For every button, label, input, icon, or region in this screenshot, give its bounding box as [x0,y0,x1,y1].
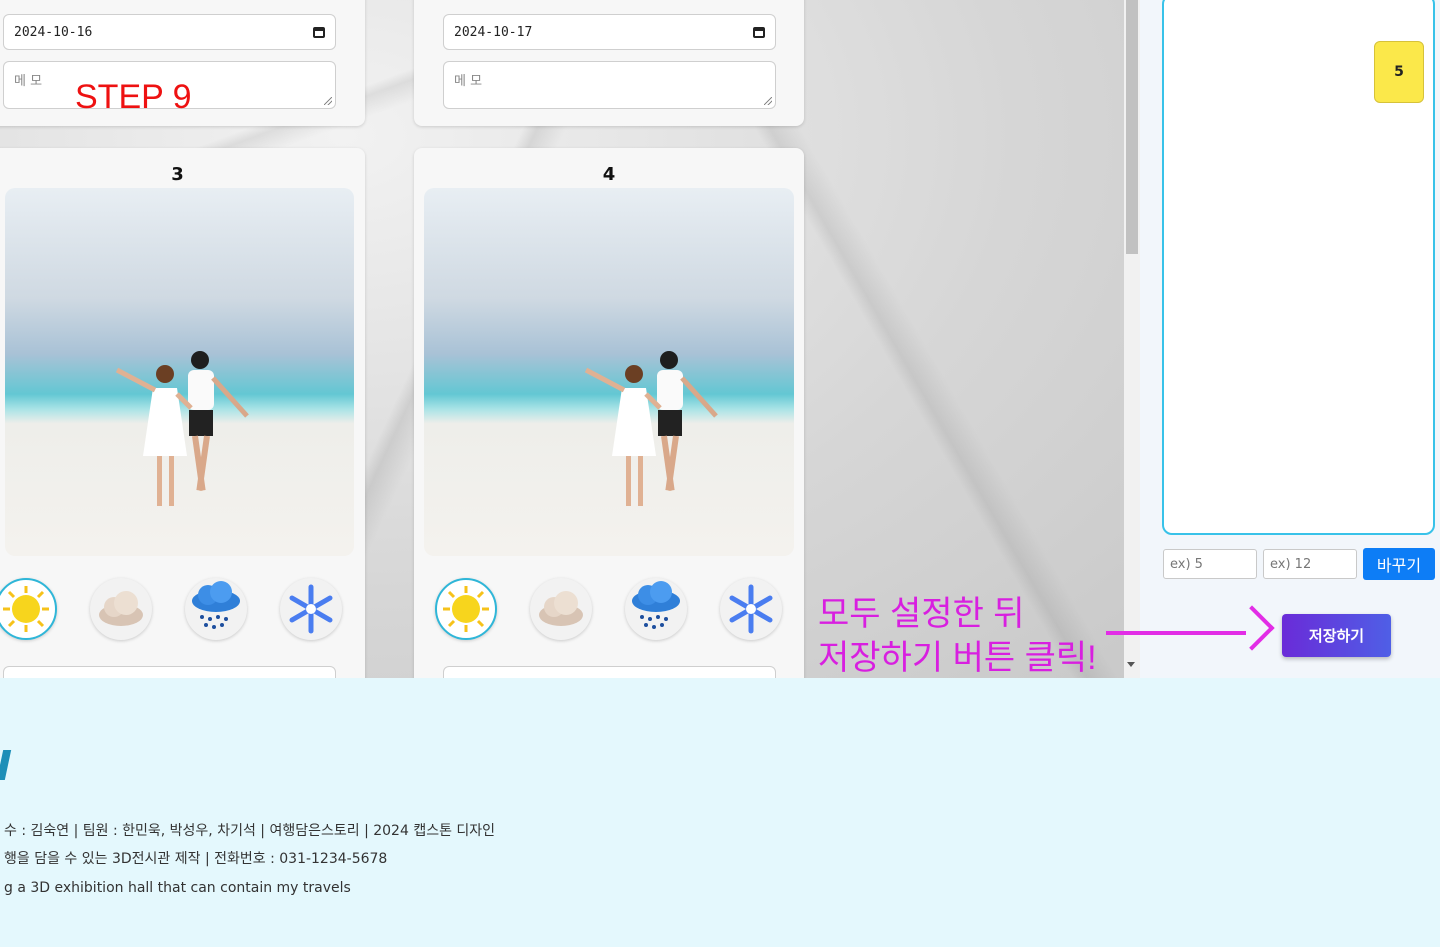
scroll-down-arrow-icon[interactable] [1127,662,1135,667]
rain-icon[interactable] [625,578,687,640]
instruction-line-2: 저장하기 버튼 클릭! [818,639,1097,677]
cloud-icon[interactable] [530,578,592,640]
memo-placeholder: 메 모 [454,74,483,89]
diary-card-2: 2024-10-17 메 모 [414,0,804,126]
memo-placeholder: 메 모 [14,74,43,89]
date-input[interactable]: 2024-10-17 [443,14,776,50]
cloud-icon[interactable] [90,578,152,640]
snow-icon[interactable] [280,578,342,640]
main-area: 2024-10-16 메 모 2024-10-17 메 모 STEP 9 3 4… [0,0,1440,678]
travel-photo[interactable] [424,188,794,556]
date-input[interactable] [443,666,776,678]
resize-handle[interactable] [764,97,772,105]
save-button[interactable]: 저장하기 [1282,614,1391,657]
sun-icon[interactable] [435,578,497,640]
step-label: STEP 9 [75,78,192,116]
sun-icon[interactable] [0,578,57,640]
instruction-line-1: 모두 설정한 뒤 [818,595,1025,633]
change-button[interactable]: 바꾸기 [1363,548,1435,580]
row-input[interactable]: ex) 5 [1163,549,1257,579]
date-value: 2024-10-17 [454,24,533,40]
card-number: 4 [602,164,616,185]
card-number: 3 [171,164,184,185]
couple-photo-illustration [115,351,249,506]
calendar-icon[interactable] [753,26,765,38]
resize-handle[interactable] [324,97,332,105]
arrow-annotation [1106,631,1246,635]
memo-textarea[interactable]: 메 모 [443,61,776,109]
instruction-text: 모두 설정한 뒤 저장하기 버튼 클릭! [818,592,1097,678]
column-input[interactable]: ex) 12 [1263,549,1357,579]
diary-card-4: 4 [414,148,804,678]
rain-icon[interactable] [185,578,247,640]
date-value: 2024-10-16 [14,24,93,40]
travel-photo[interactable] [5,188,354,556]
footer [0,678,1440,947]
sticky-note[interactable]: 5 [1374,41,1424,103]
diary-card-3: 3 [0,148,365,678]
couple-photo-illustration [584,351,718,506]
footer-credits: 수 : 김숙연 | 팀원 : 한민욱, 박성우, 차기석 | 여행담은스토리 |… [4,823,496,839]
footer-description: g a 3D exhibition hall that can contain … [4,880,351,896]
calendar-icon[interactable] [313,26,325,38]
date-input[interactable] [3,666,336,678]
date-input[interactable]: 2024-10-16 [3,14,336,50]
footer-project: 행을 담을 수 있는 3D전시관 제작 | 전화번호 : 031-1234-56… [4,851,388,867]
scrollbar-thumb[interactable] [1126,0,1138,254]
snow-icon[interactable] [720,578,782,640]
